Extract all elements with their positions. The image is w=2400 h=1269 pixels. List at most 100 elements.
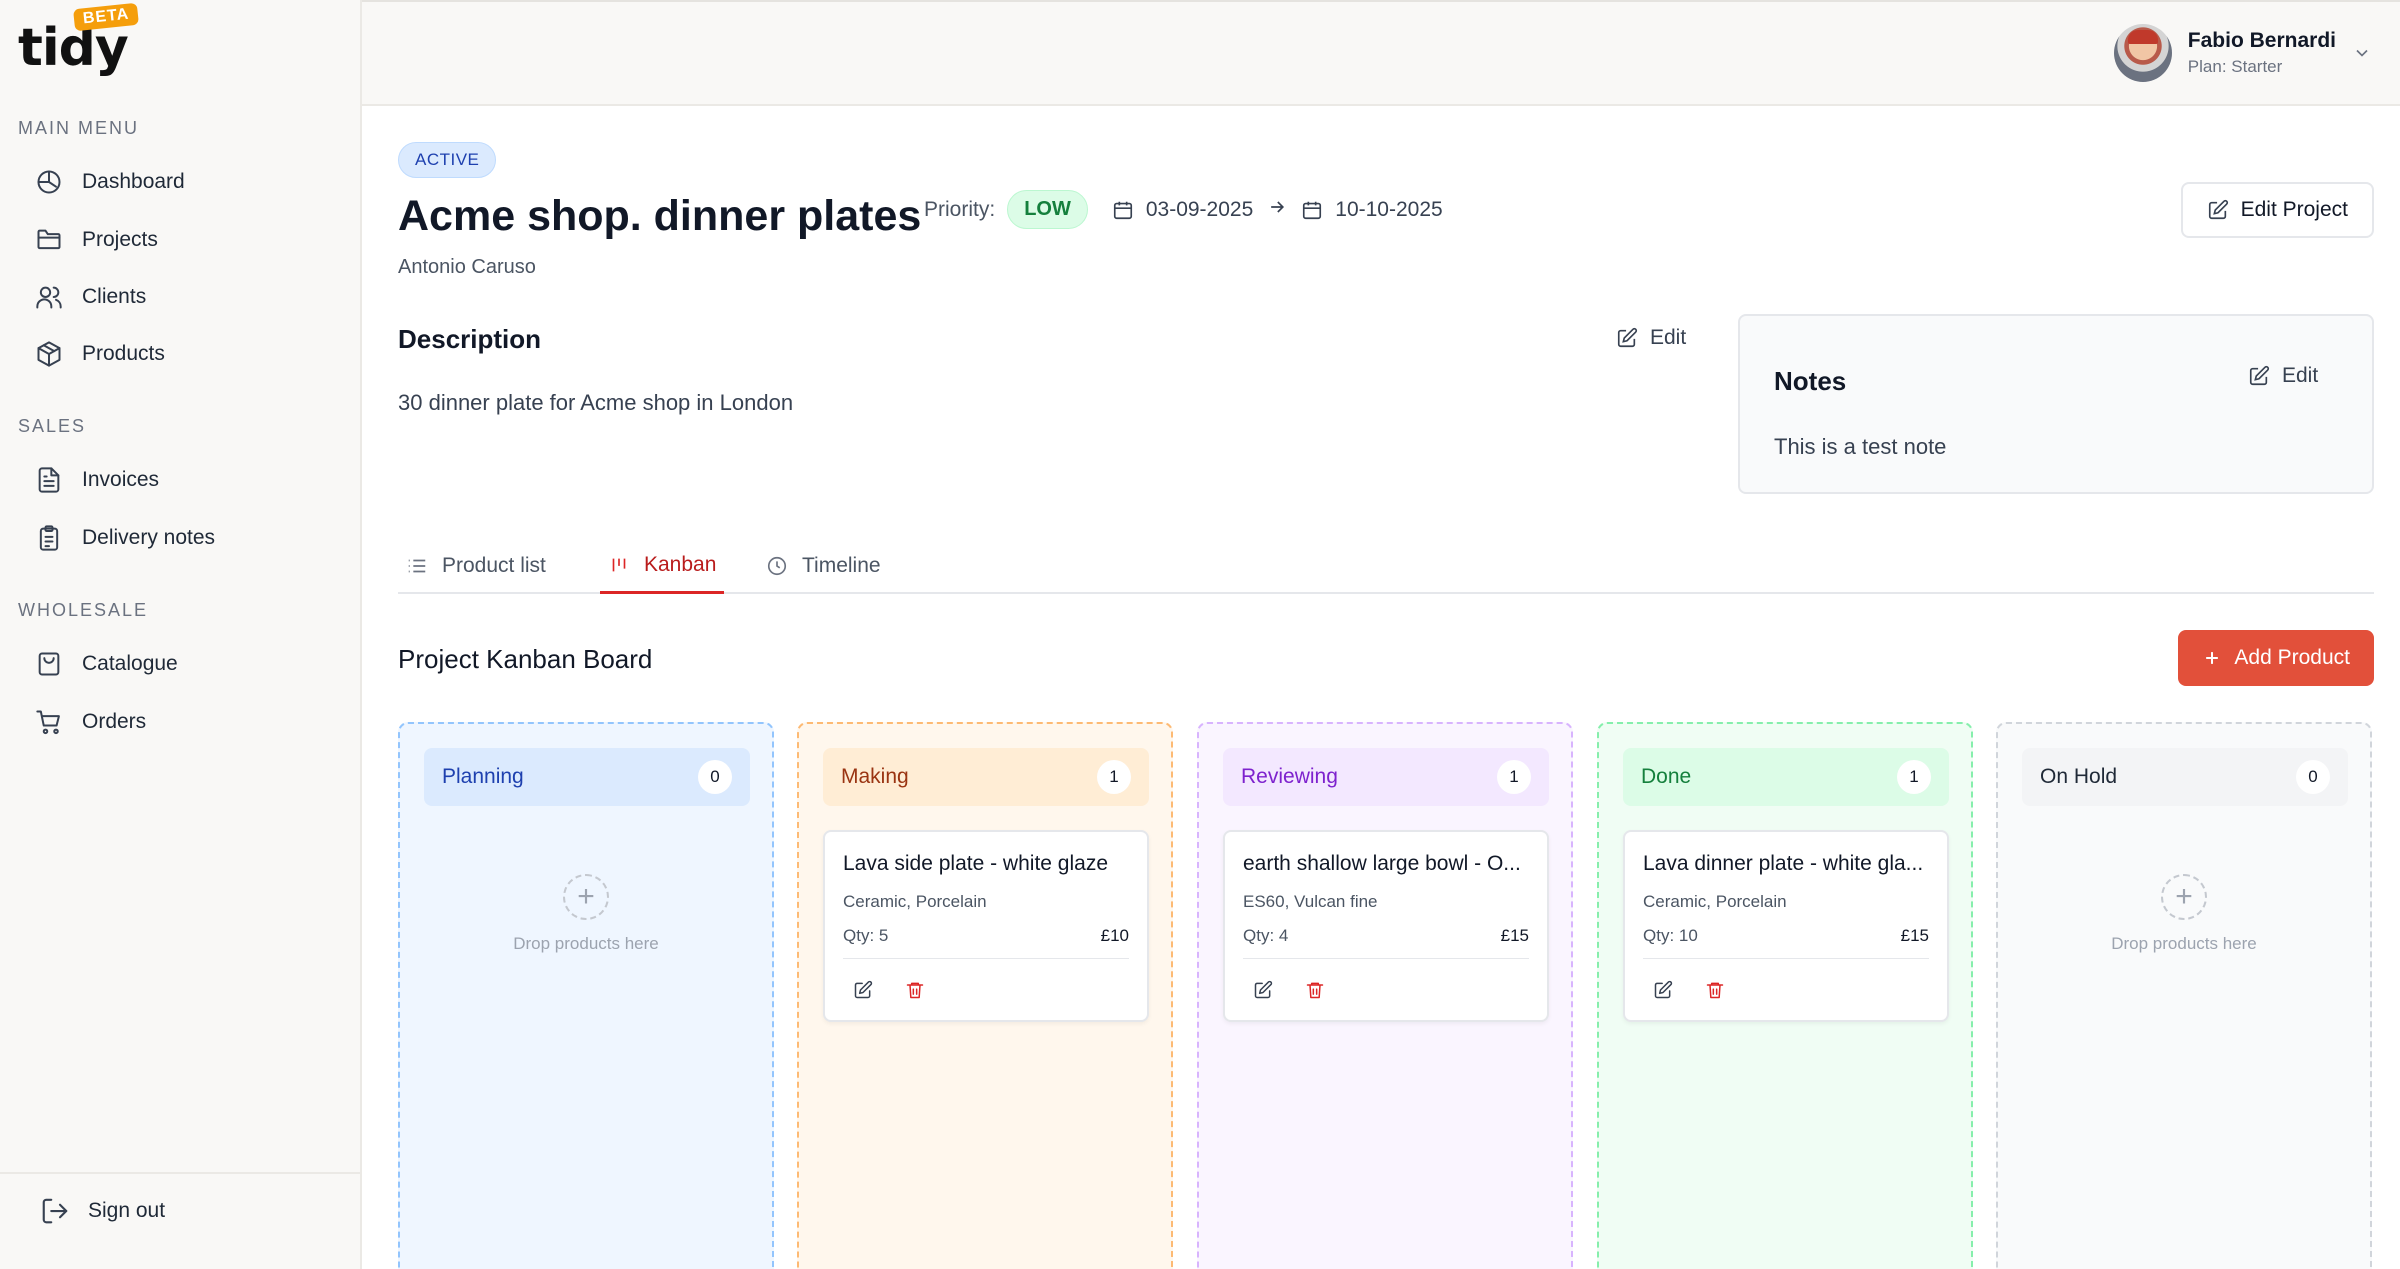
- project-meta: Priority: LOW 03-09-2025 10-10-2025: [924, 190, 1443, 229]
- sidebar-item-label: Dashboard: [82, 170, 185, 193]
- card-price: £15: [1900, 926, 1929, 945]
- card-material: Ceramic, Porcelain: [843, 892, 987, 911]
- divider: [1643, 958, 1929, 959]
- log-out-icon: [42, 1198, 68, 1224]
- edit-card-button[interactable]: [1253, 980, 1277, 1004]
- card-title: Lava dinner plate - white gla...: [1643, 852, 1924, 875]
- tab-kanban[interactable]: Kanban: [600, 538, 725, 594]
- card-price: £10: [1100, 926, 1129, 945]
- description-text: 30 dinner plate for Acme shop in London: [398, 390, 794, 415]
- plus-icon: +: [2161, 874, 2207, 920]
- notes-panel: Notes Edit This is a test note: [1738, 314, 2374, 494]
- edit-label: Edit: [1650, 326, 1687, 349]
- tab-timeline[interactable]: Timeline: [758, 538, 889, 594]
- edit-icon: [1617, 327, 1638, 348]
- page-title: Acme shop. dinner plates: [398, 192, 922, 240]
- column-count: 1: [1497, 760, 1531, 794]
- kanban-column-reviewing: Reviewing 1 earth shallow large bowl - O…: [1197, 722, 1573, 1269]
- sidebar-item-label: Delivery notes: [82, 526, 216, 549]
- calendar-icon: [1113, 201, 1132, 219]
- delete-card-button[interactable]: [1705, 980, 1729, 1004]
- column-header: Planning 0: [424, 748, 750, 806]
- drop-text: Drop products here: [513, 934, 659, 953]
- column-count: 1: [1097, 760, 1131, 794]
- section-title-wholesale: WHOLESALE: [18, 600, 149, 620]
- user-info: Fabio Bernardi Plan: Starter: [2188, 29, 2336, 77]
- card-title: earth shallow large bowl - O...: [1243, 852, 1521, 875]
- sign-out-button[interactable]: Sign out: [40, 1196, 165, 1226]
- user-name: Fabio Bernardi: [2187, 29, 2336, 52]
- product-card[interactable]: earth shallow large bowl - O... ES60, Vu…: [1223, 830, 1549, 1022]
- edit-card-button[interactable]: [1653, 980, 1677, 1004]
- sidebar-item-clients[interactable]: Clients: [34, 275, 344, 319]
- priority-badge: LOW: [1007, 190, 1088, 229]
- drop-zone[interactable]: + Drop products here: [400, 874, 772, 954]
- start-date-value: 03-09-2025: [1145, 197, 1254, 221]
- kanban-column-on-hold: On Hold 0 + Drop products here: [1996, 722, 2372, 1269]
- product-card[interactable]: Lava dinner plate - white gla... Ceramic…: [1623, 830, 1949, 1022]
- sidebar-item-projects[interactable]: Projects: [34, 218, 344, 262]
- card-quantity: Qty: 5: [843, 926, 889, 945]
- card-price: £15: [1500, 926, 1529, 945]
- column-count: 0: [2296, 760, 2330, 794]
- card-material: ES60, Vulcan fine: [1243, 892, 1378, 911]
- trash-icon: [906, 982, 924, 999]
- divider: [1243, 958, 1529, 959]
- sidebar: tidy BETA MAIN MENU Dashboard Projects C…: [0, 0, 362, 1269]
- user-menu[interactable]: Fabio Bernardi Plan: Starter: [2113, 24, 2372, 82]
- sidebar-item-dashboard[interactable]: Dashboard: [34, 160, 344, 204]
- trash-icon: [1306, 982, 1324, 999]
- sidebar-item-label: Projects: [82, 228, 158, 251]
- board-title: Project Kanban Board: [398, 644, 653, 674]
- column-count: 0: [698, 760, 732, 794]
- drop-zone[interactable]: + Drop products here: [1998, 874, 2370, 954]
- card-title: Lava side plate - white glaze: [843, 852, 1108, 875]
- folder-icon: [34, 225, 64, 255]
- sidebar-item-label: Catalogue: [82, 652, 178, 675]
- beta-badge: BETA: [73, 2, 140, 32]
- column-count: 1: [1897, 760, 1931, 794]
- sidebar-item-catalogue[interactable]: Catalogue: [34, 642, 344, 686]
- column-header: Reviewing 1: [1223, 748, 1549, 806]
- edit-label: Edit: [2282, 364, 2319, 387]
- product-card[interactable]: Lava side plate - white glaze Ceramic, P…: [823, 830, 1149, 1022]
- top-bar: Fabio Bernardi Plan: Starter: [362, 0, 2400, 106]
- column-header: On Hold 0: [2022, 748, 2348, 806]
- tab-bar: Product list Kanban Timeline: [398, 538, 2374, 594]
- sidebar-item-invoices[interactable]: Invoices: [34, 458, 344, 502]
- edit-icon: [1654, 980, 1673, 999]
- column-title: Making: [841, 765, 909, 788]
- calendar-icon: [1303, 201, 1322, 219]
- kanban-column-planning: Planning 0 + Drop products here: [398, 722, 774, 1269]
- logo[interactable]: tidy BETA: [18, 2, 140, 78]
- edit-project-label: Edit Project: [2240, 198, 2348, 221]
- delete-card-button[interactable]: [905, 980, 929, 1004]
- plus-icon: +: [563, 874, 609, 920]
- sidebar-item-orders[interactable]: Orders: [34, 700, 344, 744]
- sidebar-item-label: Clients: [82, 285, 147, 308]
- priority-label: Priority:: [924, 197, 996, 221]
- kanban-column-making: Making 1 Lava side plate - white glaze C…: [797, 722, 1173, 1269]
- card-actions: [1653, 980, 1757, 1004]
- trash-icon: [1706, 982, 1724, 999]
- shopping-cart-icon: [34, 707, 64, 737]
- delete-card-button[interactable]: [1305, 980, 1329, 1004]
- edit-card-button[interactable]: [853, 980, 877, 1004]
- sidebar-item-label: Invoices: [82, 468, 160, 491]
- notes-text: This is a test note: [1774, 434, 1947, 459]
- sidebar-item-delivery-notes[interactable]: Delivery notes: [34, 516, 344, 560]
- card-actions: [1253, 980, 1357, 1004]
- section-title-main-menu: MAIN MENU: [18, 118, 139, 138]
- edit-notes-button[interactable]: Edit: [2248, 364, 2318, 388]
- edit-description-button[interactable]: Edit: [1616, 326, 1686, 350]
- tab-product-list[interactable]: Product list: [398, 538, 554, 594]
- file-text-icon: [34, 465, 64, 495]
- add-product-button[interactable]: Add Product: [2178, 630, 2374, 686]
- tab-label: Product list: [442, 554, 546, 577]
- list-icon: [408, 559, 426, 573]
- status-badge: ACTIVE: [398, 142, 497, 178]
- edit-project-button[interactable]: Edit Project: [2180, 182, 2374, 238]
- sidebar-item-products[interactable]: Products: [34, 332, 344, 376]
- users-icon: [34, 282, 64, 312]
- column-title: Done: [1641, 765, 1692, 788]
